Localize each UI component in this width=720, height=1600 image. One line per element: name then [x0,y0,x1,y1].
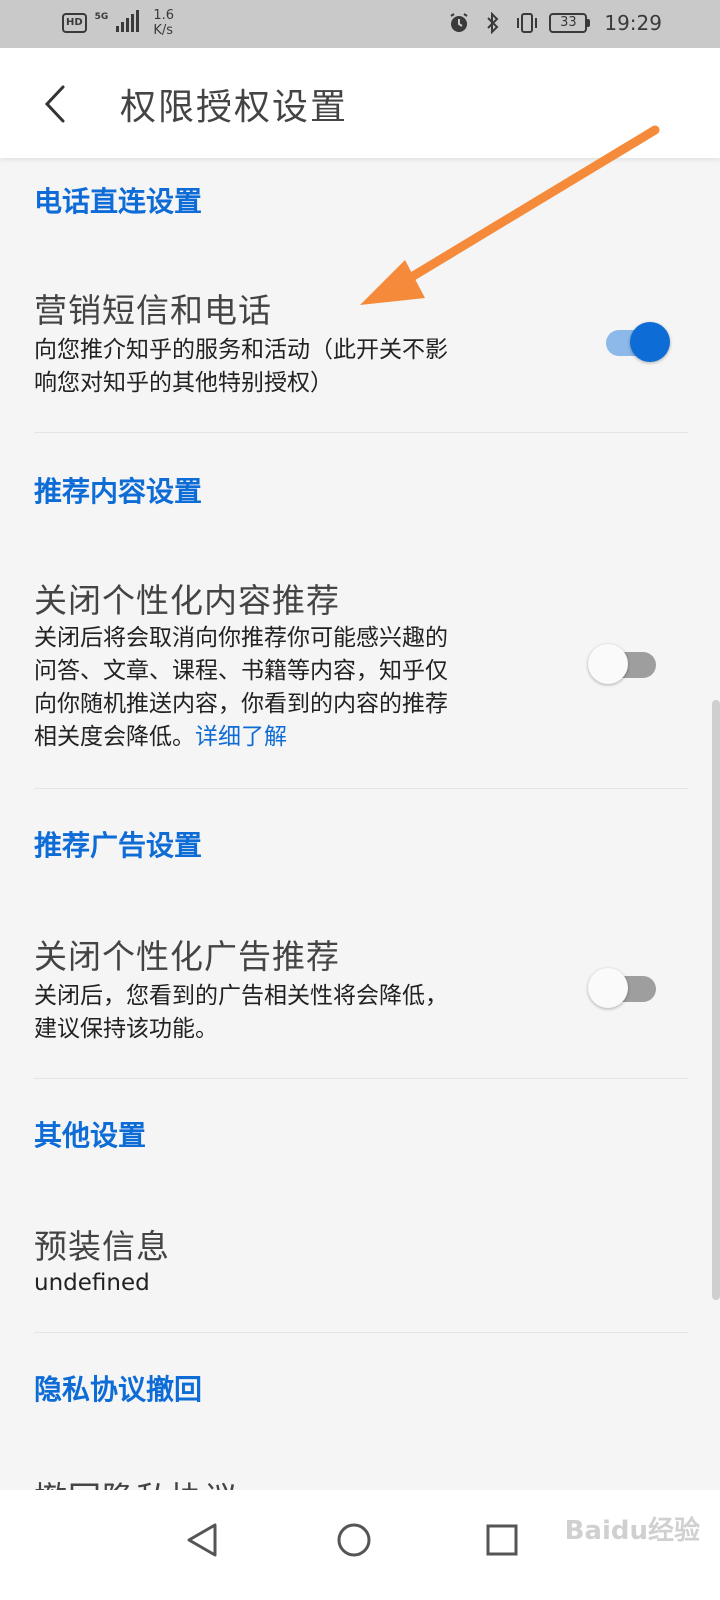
battery-level: 33 [549,13,588,33]
back-button[interactable] [34,80,74,128]
marketing-sms-desc: 向您推介知乎的服务和活动（此开关不影 响您对知乎的其他特别授权） [34,337,448,396]
battery-icon: 33 [549,13,591,33]
learn-more-link[interactable]: 详细了解 [195,724,287,750]
divider [34,1332,688,1333]
clock: 19:29 [604,11,662,35]
square-recents-icon [486,1524,518,1556]
marketing-sms-toggle[interactable] [606,320,672,364]
circle-home-icon [337,1523,371,1557]
scrollbar[interactable] [712,700,720,1300]
network-type: 5G [94,12,109,22]
section-title-phone: 电话直连设置 [34,185,203,218]
personalized-ads-toggle[interactable] [588,966,660,1010]
section-title-content: 推荐内容设置 [34,475,203,508]
app-header: 权限授权设置 [0,48,720,158]
section-title-other: 其他设置 [34,1119,147,1152]
marketing-sms-title: 营销短信和电话 [34,291,272,330]
speed-unit: K/s [153,23,174,38]
preinstall-info-value: undefined [34,1270,150,1296]
signal-icon [116,10,140,32]
divider [34,1078,688,1079]
preinstall-info-title[interactable]: 预装信息 [34,1220,170,1268]
personalized-content-toggle[interactable] [588,642,660,686]
page-title: 权限授权设置 [120,87,349,128]
watermark: Baidu经验 [564,1516,700,1546]
divider [34,788,688,789]
section-title-ads: 推荐广告设置 [34,829,203,862]
triangle-back-icon [187,1523,217,1557]
personalized-ads-title: 关闭个性化广告推荐 [34,937,340,976]
status-left: HD 5G 1.6 K/s [62,8,174,38]
network-speed: 1.6 K/s [153,8,174,38]
vibrate-icon [515,11,539,35]
nav-recents-button[interactable] [474,1512,530,1568]
alarm-icon [447,11,471,35]
system-nav-bar: Baidu经验 [0,1490,720,1600]
status-right: 33 19:29 [447,8,662,38]
personalized-content-desc: 关闭后将会取消向你推荐你可能感兴趣的 问答、文章、课程、书籍等内容，知乎仅 向你… [34,625,448,750]
bluetooth-icon [481,11,505,35]
speed-value: 1.6 [153,8,175,23]
nav-back-button[interactable] [174,1512,230,1568]
personalized-content-title: 关闭个性化内容推荐 [34,581,340,620]
nav-home-button[interactable] [326,1512,382,1568]
chevron-left-icon [44,85,65,123]
personalized-ads-desc: 关闭后，您看到的广告相关性将会降低， 建议保持该功能。 [34,983,448,1042]
section-title-privacy: 隐私协议撤回 [34,1373,203,1406]
hd-badge: HD [62,13,87,33]
status-bar: HD 5G 1.6 K/s 33 19:29 [0,0,720,48]
divider [34,432,688,433]
